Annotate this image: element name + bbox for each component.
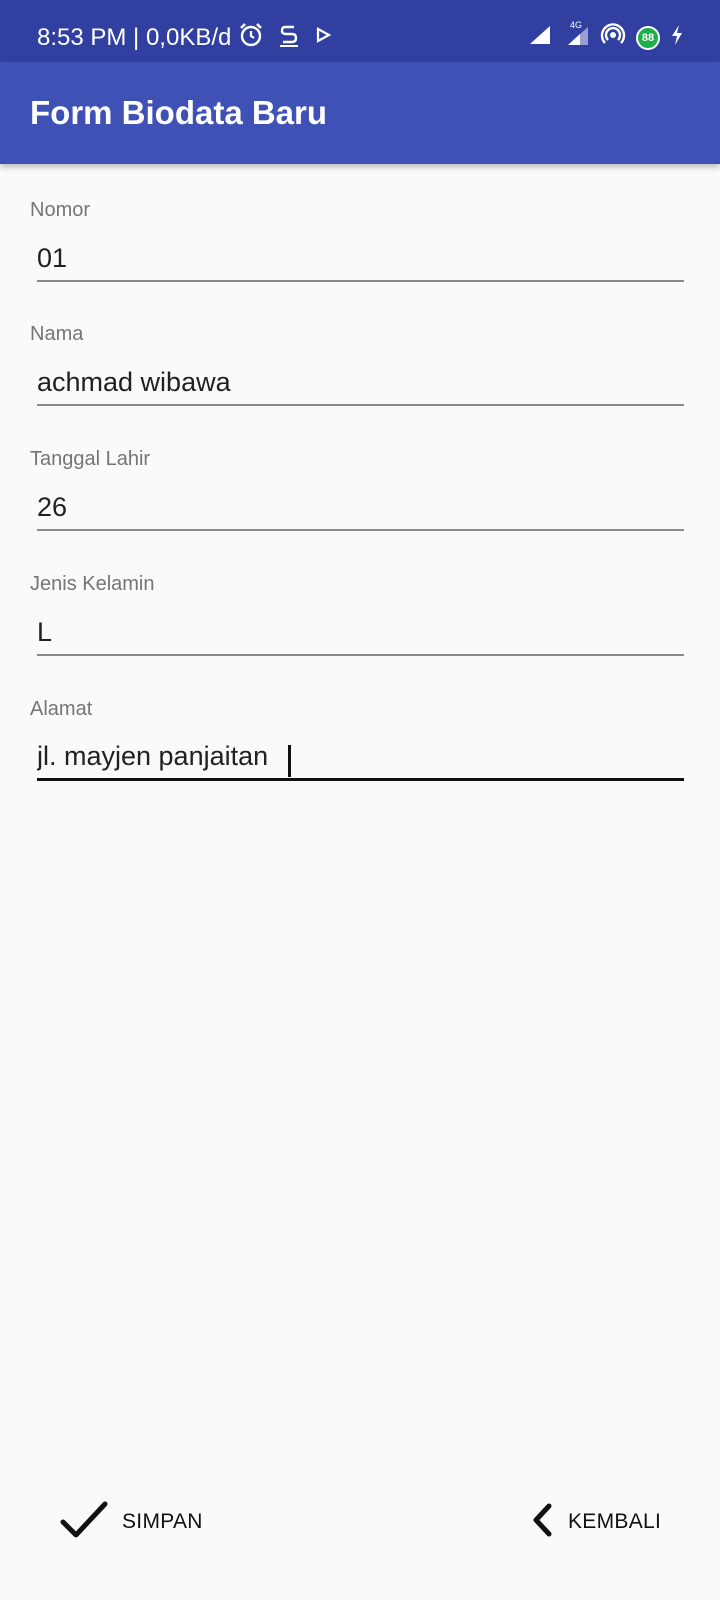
status-left-icons	[238, 22, 332, 53]
charging-icon	[670, 24, 684, 51]
play-icon	[314, 26, 332, 49]
jenis-kelamin-input[interactable]	[37, 610, 684, 656]
network-type-label: 4G	[570, 20, 583, 30]
back-button-label: KEMBALI	[568, 1510, 662, 1533]
check-icon	[60, 1500, 108, 1545]
field-tanggal-lahir: Tanggal Lahir	[30, 447, 684, 531]
text-cursor	[288, 745, 291, 777]
tanggal-lahir-input[interactable]	[37, 485, 684, 531]
alamat-label: Alamat	[30, 698, 93, 720]
signal-4g-icon: 4G	[562, 20, 590, 52]
alamat-input[interactable]	[37, 735, 684, 781]
back-button[interactable]: KEMBALI	[530, 1500, 661, 1544]
battery-icon: 88	[636, 25, 660, 50]
field-alamat: Alamat	[30, 697, 684, 781]
status-bar: 8:53 PM | 0,0KB/d 4G 88	[0, 0, 720, 62]
nomor-label: Nomor	[30, 199, 91, 221]
hotspot-icon	[600, 22, 626, 53]
page-title: Form Biodata Baru	[30, 94, 328, 131]
field-nomor: Nomor	[30, 198, 684, 282]
save-button-label: SIMPAN	[122, 1510, 203, 1533]
nama-input[interactable]	[37, 360, 684, 406]
nomor-input[interactable]	[37, 236, 684, 282]
s-app-icon	[278, 22, 300, 53]
field-jenis-kelamin: Jenis Kelamin	[30, 572, 684, 656]
nama-label: Nama	[30, 323, 84, 345]
tanggal-lahir-label: Tanggal Lahir	[30, 448, 151, 470]
field-nama: Nama	[30, 322, 684, 406]
status-right-icons: 4G 88	[528, 20, 684, 53]
signal-icon	[528, 24, 552, 51]
chevron-left-icon	[530, 1502, 554, 1543]
save-button[interactable]: SIMPAN	[60, 1500, 203, 1544]
alarm-icon	[238, 22, 264, 53]
jenis-kelamin-label: Jenis Kelamin	[30, 573, 155, 595]
status-time: 8:53 PM | 0,0KB/d	[37, 24, 232, 51]
app-bar: Form Biodata Baru	[0, 62, 720, 164]
